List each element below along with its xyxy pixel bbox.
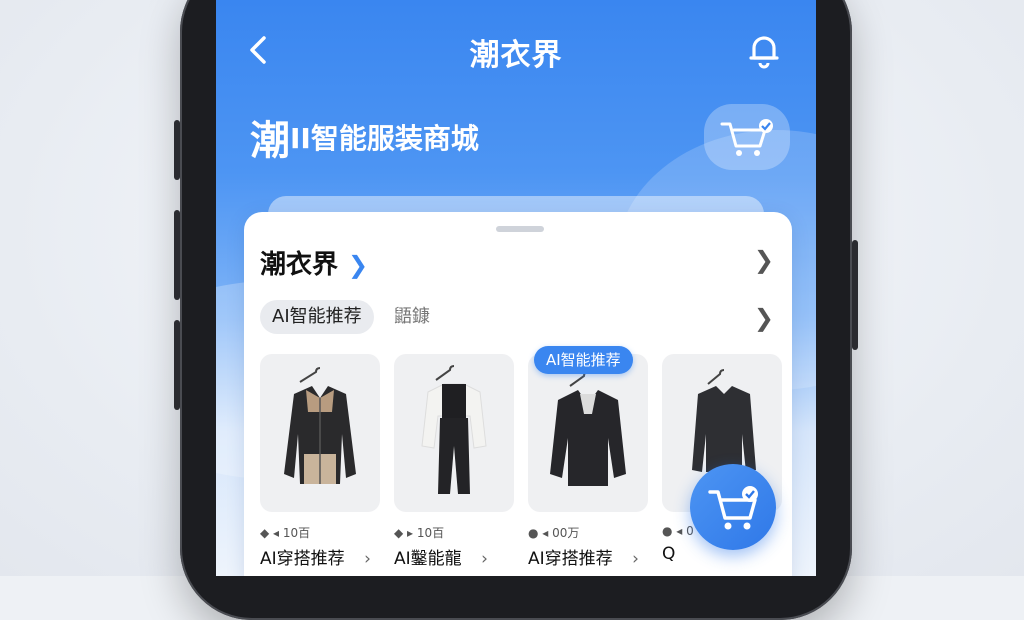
cart-check-icon	[708, 486, 758, 530]
top-app-bar: 潮衣界	[216, 22, 816, 78]
product-caption-text: Q	[662, 544, 676, 564]
volume-button	[174, 120, 180, 180]
filter-chip-other[interactable]: 鼯鏮	[394, 300, 430, 334]
volume-button	[174, 210, 180, 300]
drag-handle[interactable]	[496, 226, 544, 232]
product-card[interactable]	[260, 354, 380, 512]
filter-chip-ai-recommend[interactable]: AI智能推荐	[260, 300, 374, 334]
product-meta: ● ◂ 0	[662, 524, 694, 538]
volume-button	[174, 320, 180, 410]
jacket-image	[550, 371, 626, 486]
page-title: 潮衣界	[469, 38, 563, 73]
chevron-right-icon: ›	[632, 549, 639, 569]
product-card[interactable]	[394, 354, 514, 512]
leather-jacket-image	[284, 367, 356, 484]
cart-button[interactable]	[704, 104, 790, 170]
ai-recommend-badge: AI智能推荐	[534, 346, 633, 374]
product-meta: ● ◂ 00万	[528, 526, 580, 540]
product-caption-text: AI穿搭推荐	[260, 549, 345, 569]
product-caption[interactable]: AI穿搭推荐 ›	[260, 544, 371, 569]
product-caption-text: AI穿搭推荐	[528, 549, 613, 569]
section-title[interactable]: 潮衣界 ❯	[260, 244, 368, 281]
product-caption-text: AI鑿能龍	[394, 549, 462, 569]
outfit-image	[421, 365, 487, 494]
bell-icon	[749, 36, 779, 69]
product-caption[interactable]: AI穿搭推荐 ›	[528, 544, 639, 569]
product-meta: ◆ ▸ 10百	[394, 526, 445, 540]
power-button	[852, 240, 858, 350]
product-caption[interactable]: Q	[662, 544, 675, 564]
filter-more-chevron-icon[interactable]: ❯	[754, 304, 774, 332]
notification-button[interactable]	[746, 30, 782, 70]
product-card[interactable]	[528, 354, 648, 512]
product-caption[interactable]: AI鑿能龍 ›	[394, 544, 488, 569]
section-more-chevron-icon[interactable]: ❯	[754, 246, 774, 274]
floating-cart-button[interactable]	[690, 464, 776, 550]
brand-heading: 潮II智能服装商城	[250, 108, 479, 166]
app-screen: 潮衣界 潮II智能服装商城 潮衣界 ❯ ❯ AI智能推荐 鼯鏮 ❯ AI智能推荐…	[216, 0, 816, 576]
product-meta: ◆ ◂ 10百	[260, 526, 311, 540]
section-title-text: 潮衣界	[260, 250, 339, 280]
chevron-right-icon: ›	[364, 549, 371, 569]
shopping-cart-icon	[720, 119, 773, 156]
chevron-right-icon: ›	[481, 549, 488, 569]
brand-lead: 潮	[250, 118, 290, 164]
brand-name: II智能服装商城	[290, 122, 479, 155]
chevron-right-icon: ❯	[348, 251, 369, 279]
